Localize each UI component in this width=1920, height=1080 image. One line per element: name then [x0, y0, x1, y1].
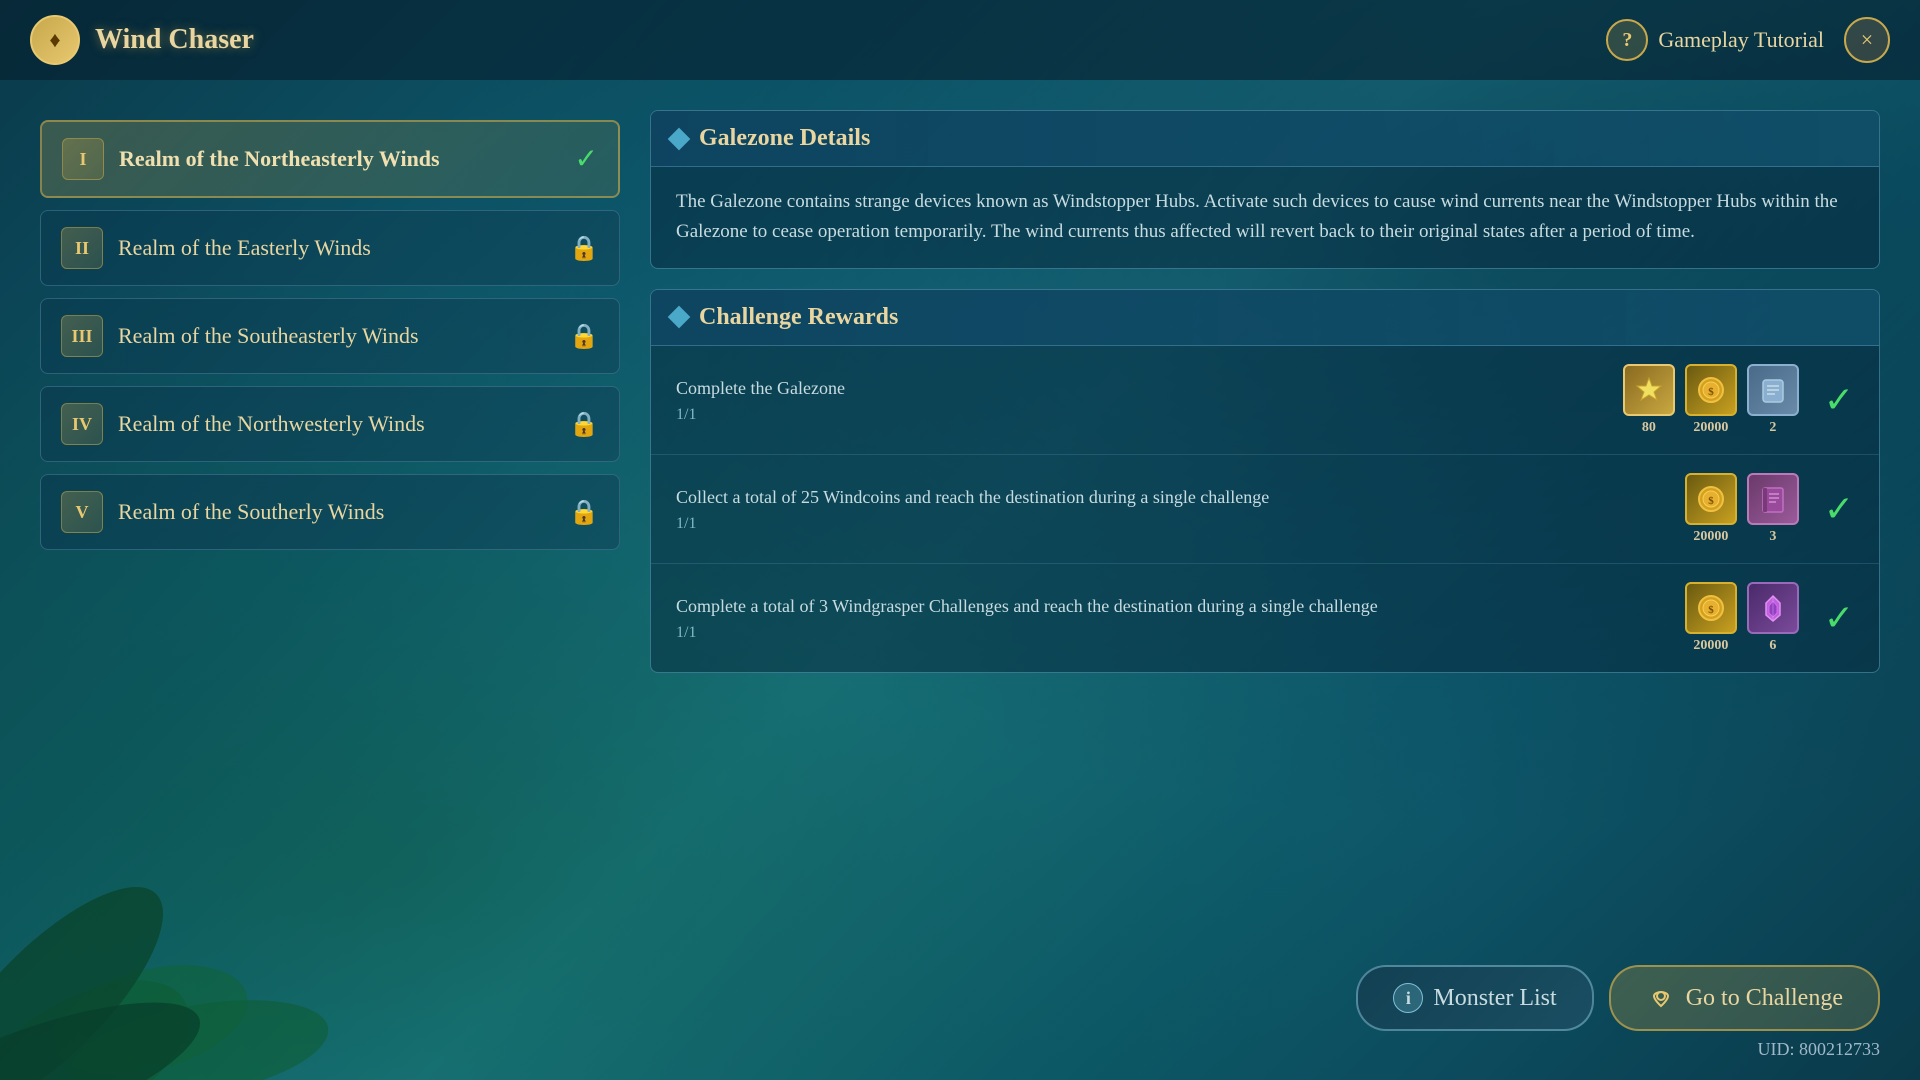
tutorial-label: Gameplay Tutorial [1658, 27, 1824, 53]
reward-text-1: Complete the Galezone 1/1 [676, 376, 1608, 424]
realm-numeral-5: V [61, 491, 103, 533]
realm-item-1[interactable]: I Realm of the Northeasterly Winds ✓ [40, 120, 620, 198]
realm-name-1: Realm of the Northeasterly Winds [119, 145, 560, 174]
button-row: i Monster List Go to Challenge [1356, 965, 1880, 1031]
reward-row-1: Complete the Galezone 1/1 80 [651, 346, 1879, 455]
reward-item-coin-3: $ 20000 [1685, 582, 1737, 654]
reward-check-3: ✓ [1824, 597, 1854, 639]
scroll-count: 2 [1769, 420, 1776, 436]
reward-items-3: $ 20000 6 [1685, 582, 1799, 654]
book-count: 3 [1769, 529, 1776, 545]
reward-items-2: $ 20000 [1685, 473, 1799, 545]
coin-count-3: 20000 [1693, 638, 1728, 654]
location-icon [1646, 983, 1676, 1013]
app-icon: ♦ [30, 15, 80, 65]
lock-icon-2: 🔒 [569, 234, 599, 263]
coin-icon-3: $ [1685, 582, 1737, 634]
realm-list: I Realm of the Northeasterly Winds ✓ II … [40, 110, 620, 1060]
main-content: I Realm of the Northeasterly Winds ✓ II … [0, 90, 1920, 1080]
realm-numeral-1: I [62, 138, 104, 180]
rewards-title: Challenge Rewards [699, 304, 898, 331]
lock-icon-3: 🔒 [569, 322, 599, 351]
book-icon [1747, 473, 1799, 525]
close-button[interactable]: × [1844, 17, 1890, 63]
reward-row-2: Collect a total of 25 Windcoins and reac… [651, 455, 1879, 564]
reward-check-1: ✓ [1824, 379, 1854, 421]
reward-item-coin-2: $ 20000 [1685, 473, 1737, 545]
realm-item-5[interactable]: V Realm of the Southerly Winds 🔒 [40, 474, 620, 550]
galezone-description: The Galezone contains strange devices kn… [676, 187, 1854, 248]
reward-items-1: 80 $ 20000 [1623, 364, 1799, 436]
reward-desc-2: Collect a total of 25 Windcoins and reac… [676, 485, 1670, 510]
app-title: Wind Chaser [95, 24, 254, 56]
realm-name-3: Realm of the Southeasterly Winds [118, 322, 554, 351]
star-icon [1623, 364, 1675, 416]
reward-item-book: 3 [1747, 473, 1799, 545]
realm-item-2[interactable]: II Realm of the Easterly Winds 🔒 [40, 210, 620, 286]
realm-numeral-3: III [61, 315, 103, 357]
galezone-body: The Galezone contains strange devices kn… [651, 167, 1879, 268]
star-count: 80 [1642, 420, 1656, 436]
reward-item-star: 80 [1623, 364, 1675, 436]
reward-progress-1: 1/1 [676, 406, 1608, 424]
reward-progress-2: 1/1 [676, 515, 1670, 533]
header: ♦ Wind Chaser ? Gameplay Tutorial × [0, 0, 1920, 80]
diamond-icon [668, 127, 691, 150]
reward-desc-3: Complete a total of 3 Windgrasper Challe… [676, 594, 1670, 619]
header-right: ? Gameplay Tutorial × [1606, 17, 1890, 63]
monster-list-button[interactable]: i Monster List [1356, 965, 1593, 1031]
scroll-icon [1747, 364, 1799, 416]
coin-count-2: 20000 [1693, 529, 1728, 545]
header-left: ♦ Wind Chaser [30, 15, 254, 65]
coin-count-1: 20000 [1693, 420, 1728, 436]
reward-desc-1: Complete the Galezone [676, 376, 1608, 401]
reward-text-3: Complete a total of 3 Windgrasper Challe… [676, 594, 1670, 642]
coin-icon-2: $ [1685, 473, 1737, 525]
realm-name-5: Realm of the Southerly Winds [118, 498, 554, 527]
rewards-header: Challenge Rewards [651, 290, 1879, 346]
galezone-title: Galezone Details [699, 125, 870, 152]
crystal-count: 6 [1769, 638, 1776, 654]
realm-item-3[interactable]: III Realm of the Southeasterly Winds 🔒 [40, 298, 620, 374]
realm-numeral-2: II [61, 227, 103, 269]
realm-name-4: Realm of the Northwesterly Winds [118, 410, 554, 439]
svg-text:$: $ [1708, 386, 1714, 398]
realm-check-icon-1: ✓ [575, 142, 598, 176]
challenge-rewards-section: Challenge Rewards Complete the Galezone … [650, 289, 1880, 673]
galezone-header: Galezone Details [651, 111, 1879, 167]
realm-item-4[interactable]: IV Realm of the Northwesterly Winds 🔒 [40, 386, 620, 462]
lock-icon-4: 🔒 [569, 410, 599, 439]
coin-icon-1: $ [1685, 364, 1737, 416]
rewards-diamond-icon [668, 306, 691, 329]
realm-numeral-4: IV [61, 403, 103, 445]
reward-text-2: Collect a total of 25 Windcoins and reac… [676, 485, 1670, 533]
tutorial-button[interactable]: ? Gameplay Tutorial [1606, 19, 1824, 61]
info-icon: i [1393, 983, 1423, 1013]
realm-name-2: Realm of the Easterly Winds [118, 234, 554, 263]
details-panel: Galezone Details The Galezone contains s… [650, 110, 1880, 1060]
reward-check-2: ✓ [1824, 488, 1854, 530]
reward-item-scroll: 2 [1747, 364, 1799, 436]
bottom-bar: i Monster List Go to Challenge UID: 8002… [1356, 965, 1880, 1060]
reward-item-coin-1: $ 20000 [1685, 364, 1737, 436]
reward-progress-3: 1/1 [676, 624, 1670, 642]
go-to-challenge-button[interactable]: Go to Challenge [1609, 965, 1880, 1031]
galezone-details-section: Galezone Details The Galezone contains s… [650, 110, 1880, 269]
lock-icon-5: 🔒 [569, 498, 599, 527]
svg-text:$: $ [1708, 495, 1714, 507]
uid-label: UID: 800212733 [1758, 1039, 1881, 1060]
crystal-icon [1747, 582, 1799, 634]
svg-text:$: $ [1708, 604, 1714, 616]
reward-item-crystal: 6 [1747, 582, 1799, 654]
tutorial-icon: ? [1606, 19, 1648, 61]
reward-row-3: Complete a total of 3 Windgrasper Challe… [651, 564, 1879, 672]
